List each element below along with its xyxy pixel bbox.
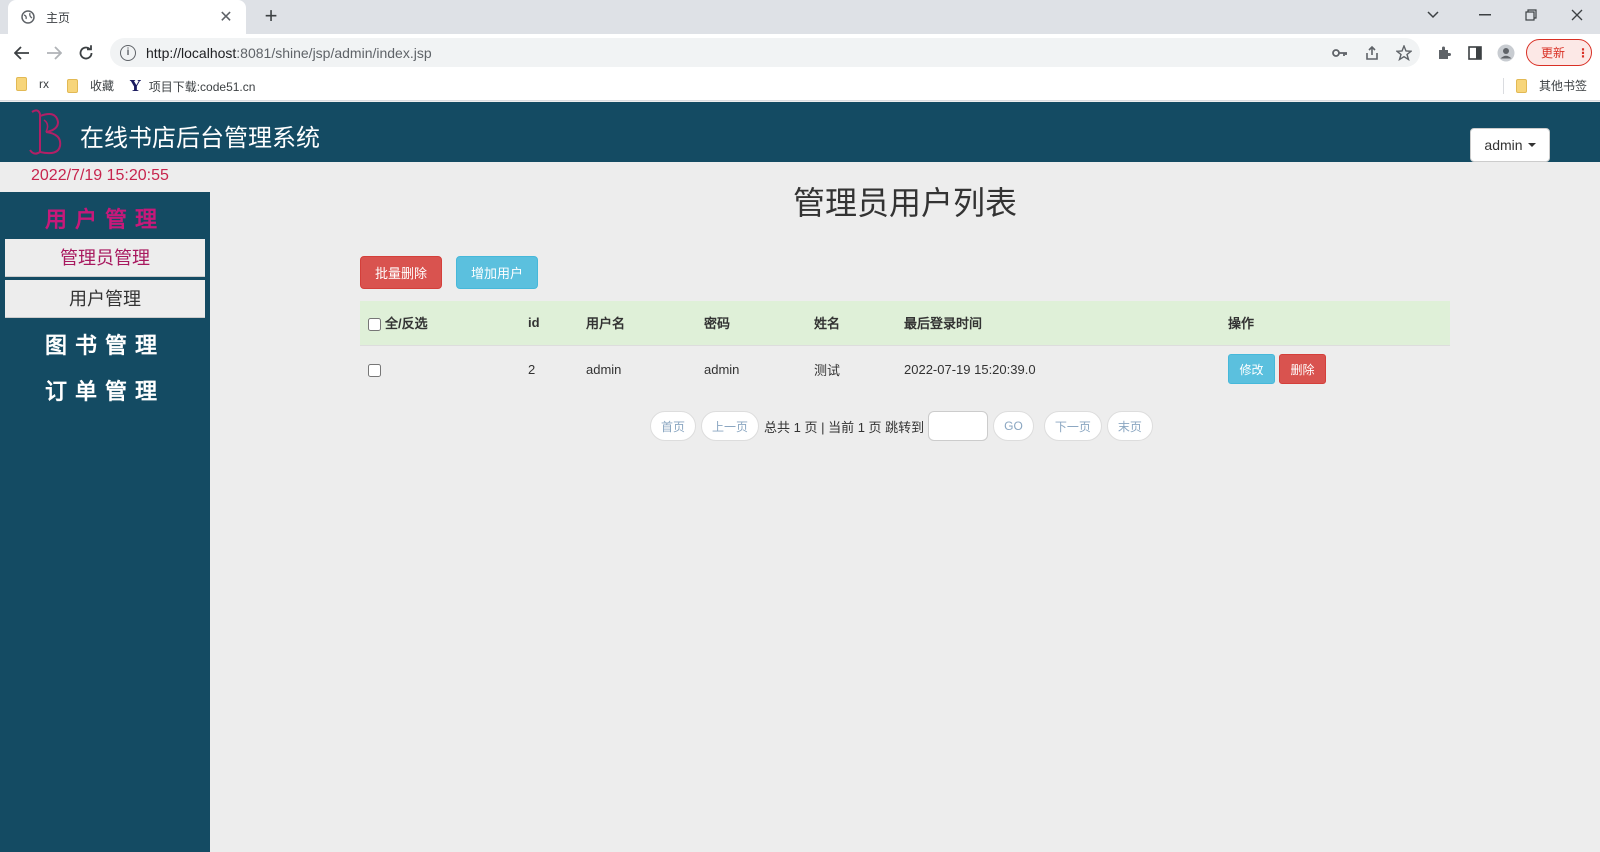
sidebar-item-admin-management[interactable]: 管理员管理 <box>5 239 205 277</box>
browser-toolbar: i http://localhost:8081/shine/jsp/admin/… <box>0 34 1600 70</box>
folder-icon <box>1516 78 1527 93</box>
bookmarks-bar: rx 收藏 Y 项目下载:code51.cn 其他书签 <box>0 70 1600 101</box>
url-text: http://localhost:8081/shine/jsp/admin/in… <box>146 44 432 61</box>
new-tab-button[interactable]: + <box>258 4 284 30</box>
close-tab-icon[interactable]: ✕ <box>216 7 236 27</box>
column-header-name: 姓名 <box>806 301 896 345</box>
cell-password: admin <box>696 344 806 393</box>
update-button[interactable]: 更新 ⋮ <box>1526 39 1592 66</box>
cell-name: 测试 <box>806 344 896 393</box>
go-button[interactable]: GO <box>993 411 1034 441</box>
table-row: 2 admin admin 测试 2022-07-19 15:20:39.0 修… <box>360 344 1450 393</box>
bookmark-rx[interactable]: rx <box>16 77 49 91</box>
address-bar[interactable]: i http://localhost:8081/shine/jsp/admin/… <box>110 38 1420 67</box>
more-menu-icon: ⋮ <box>1577 45 1590 60</box>
key-icon[interactable] <box>1330 43 1350 63</box>
bookmark-code51[interactable]: Y 项目下载:code51.cn <box>130 77 255 95</box>
column-header-username: 用户名 <box>578 301 696 345</box>
bookmarks-divider <box>1503 78 1504 94</box>
cell-actions: 修改 删除 <box>1220 344 1450 393</box>
sidebar-section-order-management[interactable]: 订单管理 <box>0 374 210 406</box>
pagination: 首页 上一页 总共 1 页 | 当前 1 页 跳转到 GO 下一页 末页 <box>650 411 1158 441</box>
side-panel-icon[interactable] <box>1464 42 1486 64</box>
restore-icon[interactable] <box>1508 0 1554 30</box>
user-menu-button[interactable]: admin <box>1470 128 1550 162</box>
page-info: 总共 1 页 | 当前 1 页 跳转到 <box>764 419 925 435</box>
page-title: 管理员用户列表 <box>792 185 1017 221</box>
add-user-button[interactable]: 增加用户 <box>456 256 538 289</box>
column-header-password: 密码 <box>696 301 806 345</box>
site-info-icon[interactable]: i <box>120 44 136 61</box>
profile-icon[interactable] <box>1495 42 1517 64</box>
minimize-icon[interactable] <box>1462 0 1508 30</box>
bookstore-logo-icon <box>29 109 62 155</box>
admin-user-table: 全/反选 id 用户名 密码 姓名 最后登录时间 操作 2 admin admi… <box>360 301 1450 393</box>
batch-delete-button[interactable]: 批量删除 <box>360 256 442 289</box>
sidebar: 用户管理 管理员管理 用户管理 图书管理 订单管理 <box>0 192 210 852</box>
row-checkbox[interactable] <box>368 363 381 377</box>
jump-page-input[interactable] <box>928 411 989 441</box>
current-time: 2022/7/19 15:20:55 <box>31 167 169 184</box>
bookmark-favorites[interactable]: 收藏 <box>67 77 114 94</box>
prev-page-button[interactable]: 上一页 <box>701 411 760 441</box>
cell-id: 2 <box>520 344 578 393</box>
table-header-row: 全/反选 id 用户名 密码 姓名 最后登录时间 操作 <box>360 301 1450 345</box>
sidebar-section-book-management[interactable]: 图书管理 <box>0 328 210 360</box>
reload-icon[interactable] <box>73 40 99 66</box>
forward-icon[interactable] <box>41 40 67 66</box>
row-select-cell <box>360 344 520 393</box>
globe-icon <box>20 9 36 25</box>
bookmark-other[interactable]: 其他书签 <box>1516 77 1587 94</box>
folder-icon <box>67 78 78 93</box>
select-all-checkbox[interactable] <box>368 318 381 332</box>
sidebar-section-user-management[interactable]: 用户管理 <box>0 202 210 234</box>
caret-down-icon <box>1527 143 1536 147</box>
tab-title: 主页 <box>46 10 71 25</box>
star-icon[interactable] <box>1394 43 1414 63</box>
folder-icon <box>16 77 27 91</box>
browser-tab-strip: 主页 ✕ + <box>0 0 1600 34</box>
back-icon[interactable] <box>9 40 35 66</box>
column-header-actions: 操作 <box>1220 301 1450 345</box>
close-window-icon[interactable] <box>1554 0 1600 30</box>
first-page-button[interactable]: 首页 <box>650 411 697 441</box>
select-all-header: 全/反选 <box>360 301 520 345</box>
column-header-last-login: 最后登录时间 <box>896 301 1220 345</box>
app-title: 在线书店后台管理系统 <box>80 125 320 152</box>
sidebar-item-user-management[interactable]: 用户管理 <box>5 280 205 318</box>
delete-button[interactable]: 删除 <box>1279 354 1326 385</box>
browser-tab[interactable]: 主页 ✕ <box>8 0 246 34</box>
code51-logo-icon: Y <box>130 77 141 95</box>
cell-username: admin <box>578 344 696 393</box>
share-icon[interactable] <box>1362 43 1382 63</box>
extensions-icon[interactable] <box>1433 42 1455 64</box>
last-page-button[interactable]: 末页 <box>1106 411 1153 441</box>
app-header: 在线书店后台管理系统 <box>0 102 1600 162</box>
cell-last-login: 2022-07-19 15:20:39.0 <box>896 344 1220 393</box>
edit-button[interactable]: 修改 <box>1228 354 1275 385</box>
column-header-id: id <box>520 301 578 345</box>
tab-search-icon[interactable] <box>1410 0 1456 30</box>
next-page-button[interactable]: 下一页 <box>1043 411 1102 441</box>
